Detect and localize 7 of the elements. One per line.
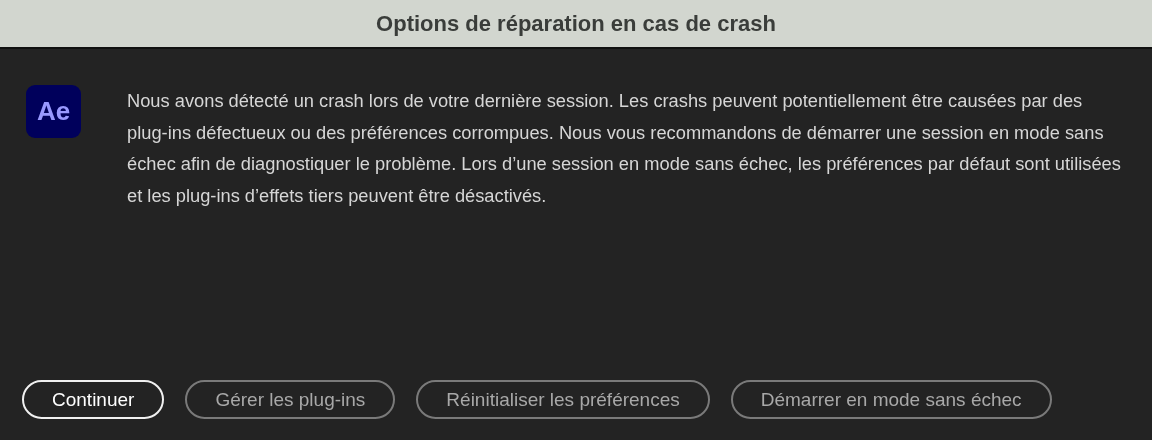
default-button[interactable]: Continuer (22, 380, 165, 419)
option-button[interactable]: Démarrer en mode sans échec (730, 380, 1052, 419)
app-icon: Ae (26, 85, 81, 138)
window-title: Options de réparation en cas de crash (376, 10, 776, 37)
option-button[interactable]: Gérer les plug-ins (185, 380, 396, 419)
message-text: Nous avons détecté un crash lors de votre dernière session. Les crashs peuvent potentiellement être causées par des plug-ins défectueux ou des préférences corrompues. Nous vous recommandons de démarrer une session en mode sans échec afin de diagnostiquer le problème. Lors d’une session en mode sans échec, les préférences par défaut sont utilisées et les plug-ins d’effets tiers peuvent être désactivés. (127, 89, 1122, 208)
option-button[interactable]: Réinitialiser les préférences (416, 380, 710, 419)
